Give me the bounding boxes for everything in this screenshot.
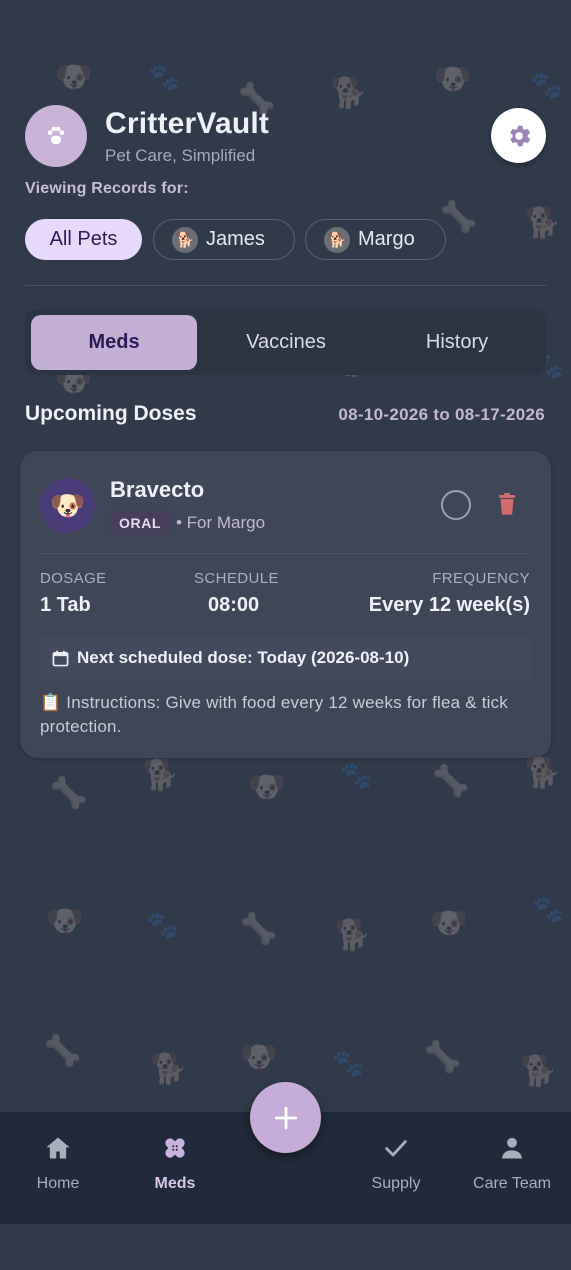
dog-icon: 🐕 <box>142 759 180 792</box>
tab-label: Meds <box>88 331 140 353</box>
next-dose-banner: Next scheduled dose: Today (2026-08-10) <box>40 636 531 680</box>
chip-label: James <box>206 228 265 250</box>
nav-label: Meds <box>154 1175 196 1192</box>
dog-icon: 🐕 <box>150 1053 188 1086</box>
person-icon <box>502 1137 522 1159</box>
tab-label: History <box>425 331 489 353</box>
dog-icon: 🐶 <box>434 63 472 96</box>
paw-icon <box>47 126 65 145</box>
calendar-icon <box>52 650 69 666</box>
tab-history[interactable]: History <box>374 315 540 370</box>
settings-button[interactable] <box>491 108 546 163</box>
nav-supply[interactable]: Supply <box>341 1134 451 1193</box>
card-divider <box>40 553 531 554</box>
tab-vaccines[interactable]: Vaccines <box>203 315 369 370</box>
bone-icon: 🦴 <box>240 913 278 946</box>
dog-icon: 🐶 <box>240 1041 278 1074</box>
trash-icon[interactable] <box>498 493 516 515</box>
pet-avatar-margo: 🐕 <box>324 226 350 253</box>
dog-icon: 🐕 <box>334 919 372 952</box>
section-divider <box>25 285 546 286</box>
paw-icon: 🐾 <box>148 62 181 92</box>
viewing-records-label: Viewing Records for: <box>25 180 189 197</box>
schedule-label: SCHEDULE <box>194 570 279 587</box>
bone-icon: 🦴 <box>440 201 478 234</box>
chip-james[interactable]: 🐕 James <box>153 219 295 260</box>
app-logo <box>25 105 87 167</box>
gear-icon <box>509 125 530 146</box>
dog-icon: 🐕 <box>524 207 562 240</box>
paw-icon: 🐾 <box>146 910 179 940</box>
dog-icon: 🐶 <box>430 907 468 940</box>
section-title: Upcoming Doses <box>25 402 197 425</box>
app-header: CritterVault Pet Care, Simplified <box>25 105 546 167</box>
add-button[interactable] <box>250 1082 321 1153</box>
chip-margo[interactable]: 🐕 Margo <box>305 219 446 260</box>
route-badge: ORAL <box>110 511 171 535</box>
medication-card[interactable]: 🐶 Bravecto ORAL • For Margo DOSAGE 1 Tab… <box>20 451 551 758</box>
frequency-value: Every 12 week(s) <box>368 594 530 616</box>
medication-name: Bravecto <box>110 477 205 502</box>
bandage-icon <box>165 1138 185 1158</box>
tab-meds[interactable]: Meds <box>31 315 197 370</box>
home-icon <box>46 1137 70 1159</box>
paw-icon: 🐾 <box>530 70 563 100</box>
nav-label: Care Team <box>473 1175 551 1192</box>
chip-all-pets[interactable]: All Pets <box>25 219 142 260</box>
chip-label: Margo <box>358 228 415 250</box>
nav-home[interactable]: Home <box>3 1134 113 1193</box>
app-subtitle: Pet Care, Simplified <box>105 146 256 165</box>
for-pet-label: • For Margo <box>176 513 266 532</box>
record-tabs: Meds Vaccines History <box>25 309 546 375</box>
frequency-label: FREQUENCY <box>432 570 530 587</box>
instructions-text: 📋 Instructions: Give with food every 12 … <box>40 693 508 736</box>
schedule-value: 08:00 <box>208 594 260 616</box>
dog-icon: 🐶 <box>248 771 286 804</box>
app-title: CritterVault <box>105 107 270 140</box>
chip-label: All Pets <box>49 228 118 250</box>
mark-taken-button[interactable] <box>441 490 471 520</box>
nav-label: Home <box>36 1175 80 1192</box>
dosage-value: 1 Tab <box>40 594 91 616</box>
tab-label: Vaccines <box>246 331 326 353</box>
date-range[interactable]: 08-10-2026 to 08-17-2026 <box>338 405 545 425</box>
dog-icon: 🐶 <box>46 905 84 938</box>
next-dose-text: Next scheduled dose: Today (2026-08-10) <box>77 648 410 667</box>
bone-icon: 🦴 <box>44 1035 82 1068</box>
nav-meds[interactable]: Meds <box>120 1134 230 1193</box>
plus-icon <box>274 1106 297 1129</box>
bone-icon: 🦴 <box>432 765 470 798</box>
nav-label: Supply <box>371 1175 421 1192</box>
pet-avatar-james: 🐕 <box>172 226 198 253</box>
pet-avatar-margo: 🐶 <box>40 478 95 533</box>
bone-icon: 🦴 <box>50 777 88 810</box>
dog-icon: 🐕 <box>524 757 562 790</box>
dosage-label: DOSAGE <box>40 570 107 587</box>
check-icon <box>385 1140 407 1157</box>
nav-care-team[interactable]: Care Team <box>457 1134 567 1193</box>
dog-icon: 🐶 <box>55 61 93 94</box>
paw-icon: 🐾 <box>340 760 373 790</box>
bone-icon: 🦴 <box>424 1041 462 1074</box>
paw-icon: 🐾 <box>532 894 565 924</box>
paw-icon: 🐾 <box>332 1048 365 1078</box>
dog-icon: 🐕 <box>520 1055 558 1088</box>
